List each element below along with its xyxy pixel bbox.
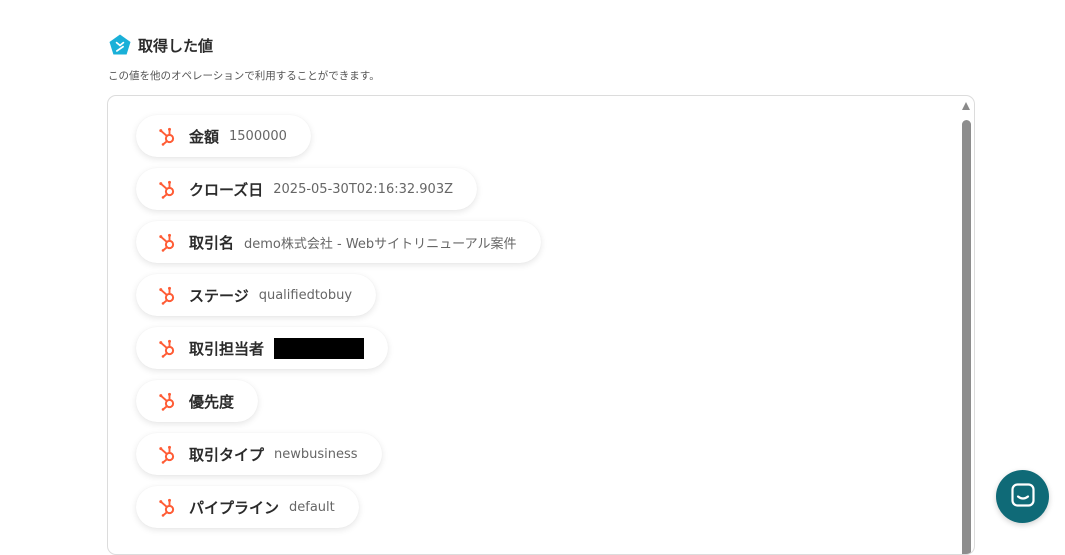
field-chip-pipeline[interactable]: パイプライン default: [136, 486, 359, 528]
field-label: パイプライン: [189, 498, 280, 517]
field-value: qualifiedtobuy: [258, 287, 353, 303]
field-value: demo株式会社 - Webサイトリニューアル案件: [244, 236, 517, 252]
field-label: 取引担当者: [189, 339, 265, 358]
section-header: 取得した値: [108, 33, 213, 57]
field-chip-deal-owner[interactable]: 取引担当者: [136, 327, 389, 369]
field-chip-stage[interactable]: ステージ qualifiedtobuy: [136, 274, 377, 316]
field-label: 優先度: [189, 392, 235, 411]
field-label: 取引タイプ: [189, 445, 265, 464]
field-value: newbusiness: [274, 446, 358, 462]
field-chip-deal-name[interactable]: 取引名 demo株式会社 - Webサイトリニューアル案件: [136, 221, 541, 263]
hubspot-icon: [158, 286, 177, 305]
field-chip-deal-type[interactable]: 取引タイプ newbusiness: [136, 433, 382, 475]
field-list: 金額 1500000 クローズ日 2025-05-30T02:16:32.903…: [136, 115, 541, 539]
field-label: ステージ: [189, 286, 249, 305]
field-value: default: [289, 499, 335, 515]
page-title: 取得した値: [138, 36, 214, 55]
field-label: 金額: [189, 127, 220, 146]
hubspot-icon: [158, 392, 177, 411]
field-chip-priority[interactable]: 優先度: [136, 380, 259, 422]
vertical-scrollbar[interactable]: [961, 96, 972, 554]
scrollbar-thumb[interactable]: [962, 120, 971, 554]
redacted-value: [274, 337, 365, 359]
field-label: 取引名: [189, 233, 235, 252]
hubspot-icon: [158, 498, 177, 517]
field-label: クローズ日: [189, 180, 264, 199]
scroll-up-arrow-icon[interactable]: [962, 102, 970, 110]
page-subtitle: この値を他のオペレーションで利用することができます。: [108, 70, 380, 82]
chat-icon: [1010, 482, 1036, 512]
hubspot-icon: [158, 127, 177, 146]
hubspot-icon: [158, 180, 177, 199]
field-chip-amount[interactable]: 金額 1500000: [136, 115, 311, 157]
field-chip-close-date[interactable]: クローズ日 2025-05-30T02:16:32.903Z: [136, 168, 477, 210]
chat-button[interactable]: [996, 470, 1049, 523]
field-value: 2025-05-30T02:16:32.903Z: [273, 181, 453, 197]
hubspot-icon: [158, 445, 177, 464]
values-panel: 金額 1500000 クローズ日 2025-05-30T02:16:32.903…: [107, 95, 975, 555]
hubspot-icon: [158, 339, 177, 358]
hubspot-icon: [158, 233, 177, 252]
yoom-pentagon-icon: [108, 33, 132, 57]
field-value: 1500000: [229, 128, 287, 144]
